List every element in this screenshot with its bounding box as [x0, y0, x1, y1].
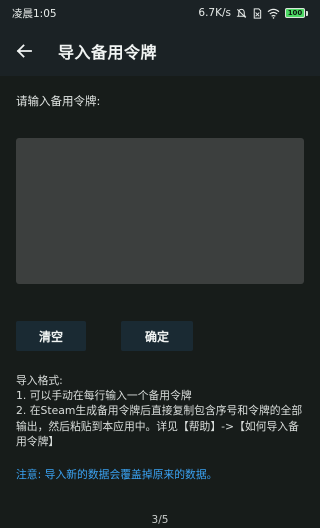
- format-line-2: 2. 在Steam生成备用令牌后直接复制包含序号和令牌的全部输出，然后粘贴到本应…: [16, 404, 303, 448]
- battery-level: 100: [285, 8, 305, 18]
- page-indicator: 3/5: [151, 514, 169, 526]
- mute-alarm-icon: [236, 8, 247, 19]
- status-icons: 6.7K/s 100: [198, 7, 308, 19]
- arrow-left-icon: [16, 44, 32, 58]
- input-prompt-label: 请输入备用令牌:: [16, 94, 101, 108]
- clear-button[interactable]: 清空: [16, 321, 86, 351]
- format-line-1: 1. 可以手动在每行输入一个备用令牌: [16, 389, 192, 403]
- app-bar: 导入备用令牌: [0, 26, 320, 76]
- confirm-button[interactable]: 确定: [121, 321, 193, 351]
- status-bar: 凌晨1:05 6.7K/s 100: [0, 0, 320, 26]
- status-time: 凌晨1:05: [12, 7, 57, 20]
- format-heading: 导入格式:: [16, 374, 63, 387]
- backup-code-input[interactable]: [16, 138, 304, 284]
- network-speed: 6.7K/s: [198, 7, 231, 19]
- page-title: 导入备用令牌: [58, 43, 158, 62]
- battery-icon: 100: [285, 8, 308, 18]
- back-button[interactable]: [2, 26, 46, 76]
- overwrite-warning: 注意: 导入新的数据会覆盖掉原来的数据。: [16, 468, 218, 481]
- wifi-icon: [267, 8, 280, 19]
- no-sim-icon: [252, 7, 262, 19]
- import-format-help: 导入格式: 1. 可以手动在每行输入一个备用令牌 2. 在Steam生成备用令牌…: [16, 373, 308, 449]
